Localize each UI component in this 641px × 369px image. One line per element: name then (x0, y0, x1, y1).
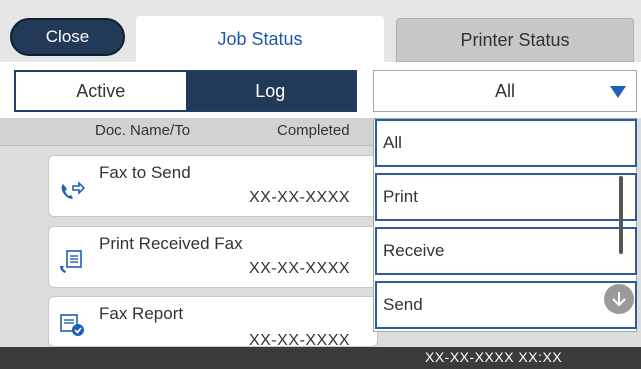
option-send[interactable]: Send (375, 281, 637, 329)
job-row[interactable]: Fax to Send XX-XX-XXXX (48, 155, 378, 217)
fax-report-icon (60, 314, 84, 336)
column-completed: Completed (277, 122, 350, 139)
option-receive[interactable]: Receive (375, 227, 637, 275)
active-log-toggle: Active Log (14, 70, 357, 112)
option-all[interactable]: All (375, 119, 637, 167)
fax-send-icon (61, 181, 85, 199)
status-datetime: XX-XX-XXXX XX:XX (425, 349, 563, 365)
tab-job-status[interactable]: Job Status (136, 16, 384, 62)
column-header: Doc. Name/To Completed (0, 118, 380, 146)
job-title: Fax Report (99, 304, 184, 323)
log-button[interactable]: Log (185, 72, 355, 110)
job-date: XX-XX-XXXX (249, 189, 351, 206)
tab-printer-status[interactable]: Printer Status (396, 18, 634, 62)
scroll-down-icon[interactable] (604, 284, 634, 314)
filter-dropdown-menu: All Print Receive Send (373, 118, 637, 332)
dropdown-arrow-icon (610, 86, 626, 98)
job-title: Print Received Fax (99, 234, 243, 253)
option-print[interactable]: Print (375, 173, 637, 221)
column-doc-name: Doc. Name/To (95, 122, 191, 139)
job-title: Fax to Send (99, 163, 191, 182)
job-type-filter[interactable]: All (373, 70, 637, 112)
close-button[interactable]: Close (10, 18, 125, 56)
filter-selected-value: All (494, 80, 515, 101)
top-tab-bar: Close Job Status Printer Status (0, 0, 641, 62)
fax-print-icon (60, 250, 82, 273)
job-date: XX-XX-XXXX (249, 260, 351, 277)
job-row[interactable]: Print Received Fax XX-XX-XXXX (48, 226, 378, 288)
active-button[interactable]: Active (16, 72, 186, 110)
job-row[interactable]: Fax Report XX-XX-XXXX (48, 296, 378, 349)
dropdown-scrollbar[interactable] (619, 176, 623, 254)
status-bar: XX-XX-XXXX XX:XX (0, 347, 641, 369)
